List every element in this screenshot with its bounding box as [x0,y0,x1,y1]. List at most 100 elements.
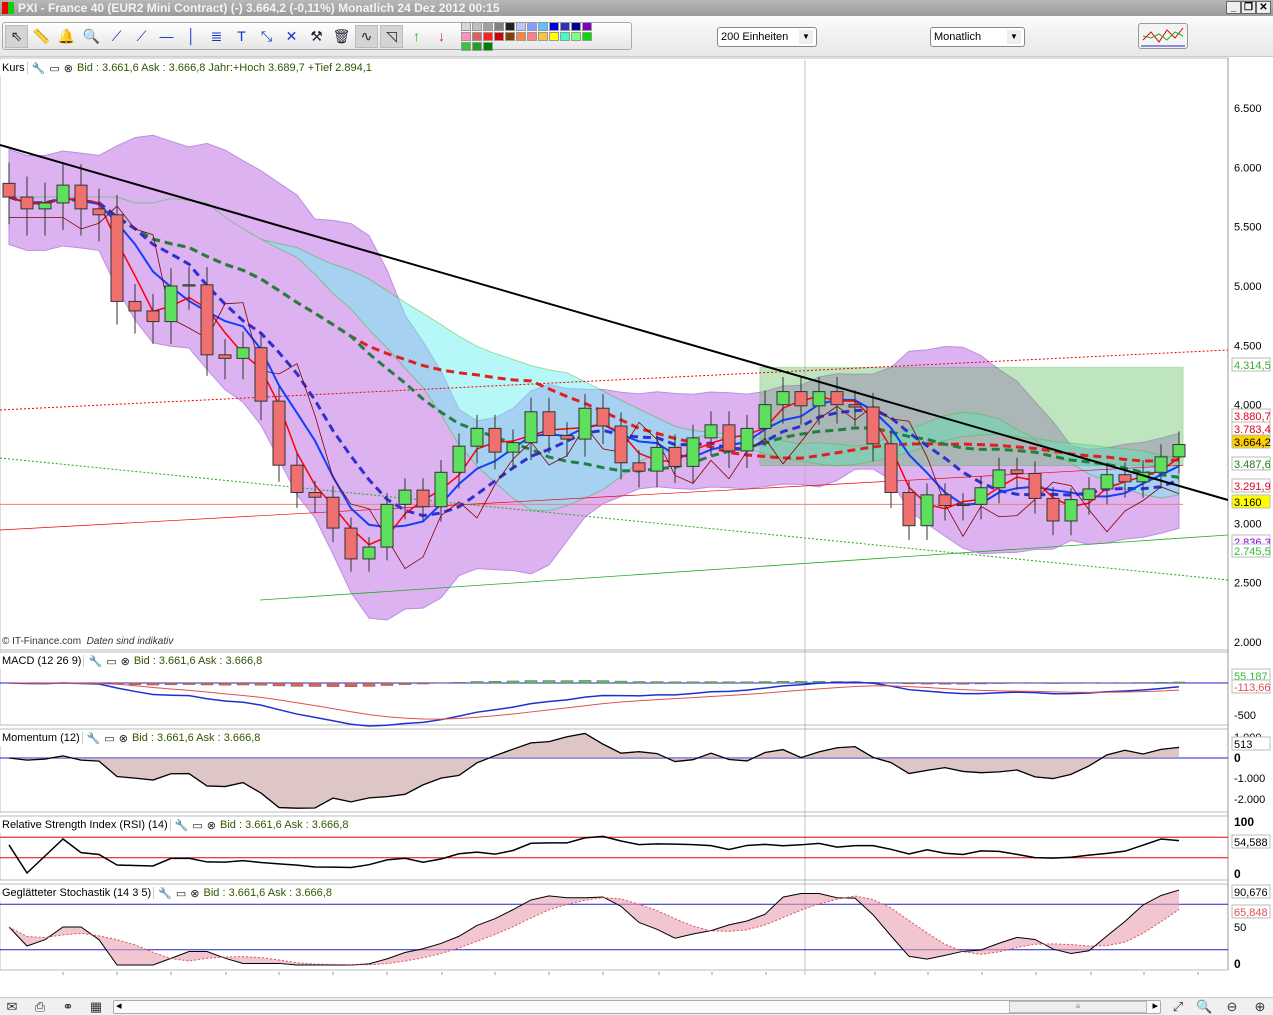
momentum-panel-header: Momentum (12) 🔧 ▭ ⊗ Bid : 3.661,6 Ask : 3.66… [0,730,261,746]
macd-histogram-bar [1172,681,1186,684]
window-icon[interactable]: ▭ [106,655,116,668]
axis-tick-label: 2.500 [1234,578,1262,590]
candle-body [722,424,736,452]
print-icon[interactable]: ⎙ [32,999,48,1015]
macd-histogram-bar [164,682,178,686]
momentum-axis-label: -2.000 [1234,794,1265,806]
macd-histogram-bar [794,681,808,684]
candle-body [308,491,322,498]
wrench-icon[interactable]: 🔧 [87,732,101,745]
close-icon[interactable]: ⊗ [64,62,73,75]
zoom-in-icon[interactable]: ⊕ [1252,999,1268,1015]
close-icon[interactable]: ⊗ [190,887,199,900]
macd-histogram-bar [326,682,340,687]
momentum-axis-label: -1.000 [1234,773,1265,785]
candle-body [632,462,646,472]
candle-body [110,214,124,302]
panel-name: MACD (12 26 9) [0,655,85,667]
axis-tick-label: 4.500 [1234,340,1262,352]
kurs-panel-header: Kurs 🔧 ▭ ⊗ Bid : 3.661,6 Ask : 3.666,8 Jahr:… [0,60,372,76]
scrollbar-thumb[interactable]: ≡ [1009,1001,1147,1013]
horizontal-scrollbar[interactable]: ◂ ≡ ▸ [113,1000,1161,1014]
credit: © IT-Finance.com Daten sind indikativ [2,636,173,647]
scroll-left-icon[interactable]: ◂ [116,999,122,1012]
candle-body [254,347,268,402]
macd-histogram-bar [128,682,142,685]
candle-body [2,182,16,198]
candle-body [470,427,484,447]
macd-histogram-bar [902,682,916,685]
wrench-icon[interactable]: 🔧 [88,655,102,668]
window-icon[interactable]: ▭ [192,819,202,832]
macd-histogram-bar [1046,682,1060,684]
candle-body [1082,488,1096,501]
price-label: 3.783,4 [1234,424,1271,436]
candle-body [578,407,592,440]
stoch-d-value: 65,848 [1234,907,1268,919]
price-label: 3.291,9 [1234,481,1271,493]
close-icon[interactable]: ⊗ [207,819,216,832]
wrench-icon[interactable]: 🔧 [175,819,189,832]
stoch-axis-label: 50 [1234,922,1246,934]
fit-icon[interactable]: ⤢ [1170,999,1186,1015]
stoch-k-value: 90,676 [1234,887,1268,899]
export-icon[interactable]: ▦ [88,999,104,1015]
macd-histogram-bar [416,682,430,685]
macd-histogram-bar [632,681,646,684]
axis-tick-label: 6.500 [1234,103,1262,115]
candle-body [1046,497,1060,522]
window-icon[interactable]: ▭ [49,62,59,75]
macd-signal-value: -113,66 [1234,682,1271,694]
macd-histogram-bar [218,682,232,686]
macd-histogram-bar [344,682,358,687]
quote-text: Bid : 3.661,6 Ask : 3.666,8 [203,887,332,899]
macd-histogram-bar [236,682,250,686]
candle-body [146,310,160,323]
macd-histogram-bar [380,682,394,686]
macd-histogram-bar [578,680,592,684]
price-label: 3.664,2 [1234,437,1271,449]
price-label: 4.314,5 [1234,360,1271,372]
rsi-panel-header: Relative Strength Index (RSI) (14) 🔧 ▭ ⊗ Bid… [0,817,349,833]
momentum-axis-label: 0 [1234,751,1241,765]
close-icon[interactable]: ⊗ [121,655,130,668]
quote-text: Bid : 3.661,6 Ask : 3.666,8 [133,655,263,667]
macd-histogram-bar [920,682,934,685]
candle-body [524,411,538,444]
macd-histogram-bar [398,682,412,685]
wrench-icon[interactable]: 🔧 [32,62,46,75]
zoom-fit-icon[interactable]: 🔍 [1196,999,1212,1015]
candle-body [1010,469,1024,474]
candle-body [920,494,934,527]
macd-histogram-bar [992,682,1006,684]
candle-body [434,471,448,508]
panel-name: Momentum (12) [0,732,83,744]
candle-body [740,427,754,452]
macd-histogram-bar [668,681,682,684]
wrench-icon[interactable]: 🔧 [158,887,172,900]
panel-name: Geglätteter Stochastik (14 3 5) [0,887,155,899]
candle-body [182,284,196,287]
macd-histogram-bar [542,680,556,684]
window-icon[interactable]: ▭ [104,732,114,745]
candle-body [596,407,610,427]
candle-body [614,425,628,464]
macd-histogram-bar [452,682,466,684]
candle-body [452,445,466,473]
candle-body [776,391,790,406]
rsi-axis-label: 0 [1234,867,1241,881]
close-icon[interactable]: ⊗ [119,732,128,745]
candle-body [326,496,340,529]
candle-body [866,406,880,445]
panel-name: Kurs [0,62,28,74]
macd-histogram-bar [938,682,952,685]
zoom-out-icon[interactable]: ⊖ [1224,999,1240,1015]
axis-tick-label: 5.000 [1234,281,1262,293]
window-icon[interactable]: ▭ [176,887,186,900]
macd-histogram-bar [974,682,988,685]
candle-body [1028,472,1042,499]
mail-icon[interactable]: ✉ [4,999,20,1015]
price-label: 3.160 [1234,497,1262,509]
link-icon[interactable]: ⚭ [60,999,76,1015]
scroll-right-icon[interactable]: ▸ [1152,999,1158,1012]
